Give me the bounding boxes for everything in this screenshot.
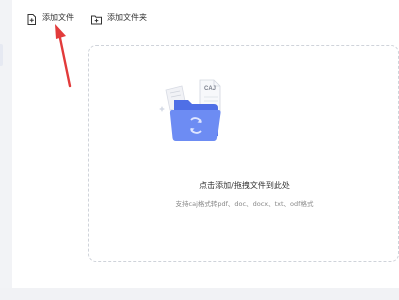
caj-badge-text: CAJ xyxy=(204,86,216,92)
folder-front-shape xyxy=(169,110,221,141)
add-folder-icon xyxy=(90,11,103,24)
add-folder-button[interactable]: 添加文件夹 xyxy=(90,9,147,25)
supported-formats-text: 支持caj格式转pdf、doc、docx、txt、odf格式 xyxy=(175,200,314,208)
toolbar: 添加文件 添加文件夹 xyxy=(12,0,399,32)
app-window: 添加文件 添加文件夹 点击添加/拖拽文件到此处 支持caj格式转pdf、doc、… xyxy=(0,0,399,300)
add-file-icon xyxy=(25,11,38,25)
add-folder-label: 添加文件夹 xyxy=(107,12,147,22)
file-drop-zone[interactable]: 点击添加/拖拽文件到此处 支持caj格式转pdf、doc、docx、txt、od… xyxy=(88,45,399,262)
add-file-label: 添加文件 xyxy=(42,12,74,22)
caj-folder-illustration: CAJ xyxy=(159,79,221,141)
bottom-strip xyxy=(0,288,399,300)
add-file-button[interactable]: 添加文件 xyxy=(25,9,74,25)
sidebar-active-indicator[interactable] xyxy=(0,44,3,66)
left-sidebar-edge xyxy=(0,0,12,300)
drop-zone-title: 点击添加/拖拽文件到此处 xyxy=(199,181,290,190)
sparkle-icon xyxy=(159,106,165,112)
